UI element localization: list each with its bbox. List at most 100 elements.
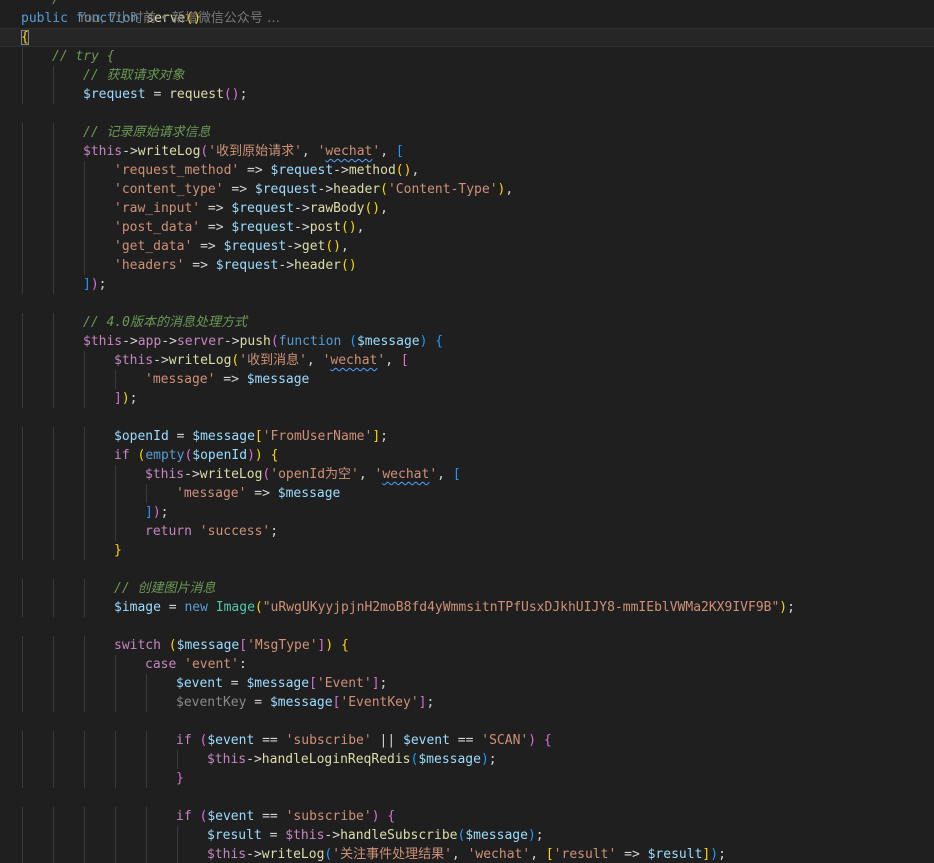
code-token: app (137, 334, 162, 349)
code-token: handleSubscribe (340, 828, 458, 843)
code-line[interactable]: 'raw_input' => $request->rawBody(), (0, 199, 934, 218)
indent-guide (22, 199, 23, 218)
code-token: wechat (330, 353, 378, 368)
indent-guide (22, 598, 23, 617)
code-token: 'event' (184, 657, 239, 672)
indent-guide (84, 199, 85, 218)
code-token: $this (114, 353, 154, 368)
code-line[interactable]: // 获取请求对象 (0, 66, 934, 85)
indent-guide (22, 807, 23, 826)
code-line[interactable]: if (empty($openId)) { (0, 446, 934, 465)
code-line[interactable]: // try { (0, 47, 934, 66)
code-line[interactable]: return 'success'; (0, 522, 934, 541)
code-token: wechat (325, 144, 373, 159)
indent-guide (22, 66, 23, 85)
code-line[interactable]: if ($event == 'subscribe' || $event == '… (0, 731, 934, 750)
indent-guide (53, 750, 54, 769)
code-token: "uRwgUKyyjpjnH2moB8fd4yWmmsitnTPfUsxDJkh… (262, 600, 780, 615)
code-token: , (356, 220, 365, 235)
code-text: $this->writeLog('openId为空', 'wechat', [ (145, 465, 461, 484)
code-token: header (333, 182, 381, 197)
code-line[interactable]: } (0, 541, 934, 560)
indent-guide (53, 275, 54, 294)
code-token: get (301, 239, 326, 254)
indent-guide (53, 655, 54, 674)
code-line[interactable]: public function serve() You, 7小时前 • 新增微信公… (0, 9, 934, 28)
code-text: if (empty($openId)) { (114, 446, 278, 465)
code-line[interactable]: $this->writeLog('关注事件处理结果', 'wechat', ['… (0, 845, 934, 863)
indent-guide (146, 693, 147, 712)
code-line[interactable]: 'content_type' => $request->header('Cont… (0, 180, 934, 199)
code-line[interactable] (0, 294, 934, 313)
code-token: [ (545, 847, 554, 862)
indent-guide (22, 180, 23, 199)
code-line[interactable]: $eventKey = $message['EventKey']; (0, 693, 934, 712)
indent-guide (115, 807, 116, 826)
indent-guide (84, 674, 85, 693)
code-line[interactable]: // 创建图片消息 (0, 579, 934, 598)
code-line[interactable] (0, 617, 934, 636)
code-line[interactable]: 'post_data' => $request->post(), (0, 218, 934, 237)
code-token: ; (488, 752, 497, 767)
code-line[interactable]: } (0, 769, 934, 788)
code-token: $message (418, 752, 481, 767)
code-line[interactable]: ]); (0, 389, 934, 408)
code-editor[interactable]: */ public function serve()You, 7小时前 • 新增微… (0, 0, 934, 863)
code-line[interactable]: $this->writeLog('openId为空', 'wechat', [ (0, 465, 934, 484)
code-line[interactable] (0, 712, 934, 731)
code-line[interactable]: $request = request(); (0, 85, 934, 104)
indent-guide (22, 389, 23, 408)
code-line[interactable]: ]); (0, 503, 934, 522)
indent-guide (53, 199, 54, 218)
git-blame-annotation[interactable]: You, 7小时前 • 新增微信公众号 … (78, 9, 280, 28)
code-token: ; (129, 391, 138, 406)
code-line[interactable]: */ (0, 0, 934, 9)
indent-guide (84, 351, 85, 370)
code-line[interactable]: 'request_method' => $request->method(), (0, 161, 934, 180)
code-line[interactable]: 'get_data' => $request->get(), (0, 237, 934, 256)
code-text: 'headers' => $request->header() (114, 256, 357, 275)
code-line[interactable]: // 4.0版本的消息处理方式 (0, 313, 934, 332)
indent-guide (22, 123, 23, 142)
code-token: , (411, 163, 420, 178)
indent-guide (84, 522, 85, 541)
indent-guide (53, 731, 54, 750)
code-line[interactable]: switch ($message['MsgType']) { (0, 636, 934, 655)
code-token: , (380, 144, 396, 159)
code-line[interactable]: 'message' => $message (0, 484, 934, 503)
code-line[interactable]: 'message' => $message (0, 370, 934, 389)
indent-guide (146, 769, 147, 788)
code-token: 'content_type' (114, 182, 224, 197)
code-line[interactable] (0, 560, 934, 579)
code-line[interactable]: $this->writeLog('收到消息', 'wechat', [ (0, 351, 934, 370)
code-token: ; (98, 277, 107, 292)
code-line[interactable] (0, 788, 934, 807)
code-token: 'Content-Type' (387, 182, 498, 197)
code-line[interactable]: $this->handleLoginReqRedis($message); (0, 750, 934, 769)
code-line[interactable]: // 记录原始请求信息 (0, 123, 934, 142)
indent-guide (146, 731, 147, 750)
code-line[interactable]: $image = new Image("uRwgUKyyjpjnH2moB8fd… (0, 598, 934, 617)
code-token: 'FromUserName' (262, 429, 373, 444)
code-line[interactable]: $this->app->server->push(function ($mess… (0, 332, 934, 351)
code-line[interactable] (0, 104, 934, 123)
code-line[interactable] (0, 408, 934, 427)
code-line[interactable]: $result = $this->handleSubscribe($messag… (0, 826, 934, 845)
indent-guide (53, 313, 54, 332)
code-line[interactable]: if ($event == 'subscribe') { (0, 807, 934, 826)
code-token: $message (277, 486, 341, 501)
code-token: -> (122, 334, 138, 349)
code-line[interactable]: case 'event': (0, 655, 934, 674)
code-token: => (246, 486, 278, 501)
code-line[interactable]: { (0, 28, 934, 47)
code-line[interactable]: ]); (0, 275, 934, 294)
code-token: -> (286, 239, 302, 254)
code-line[interactable]: $event = $message['Event']; (0, 674, 934, 693)
code-line[interactable]: 'headers' => $request->header() (0, 256, 934, 275)
code-text: switch ($message['MsgType']) { (114, 636, 349, 655)
code-line[interactable]: $this->writeLog('收到原始请求', 'wechat', [ (0, 142, 934, 161)
code-line[interactable]: $openId = $message['FromUserName']; (0, 427, 934, 446)
code-token: $eventKey (176, 695, 247, 710)
indent-guide (22, 674, 23, 693)
